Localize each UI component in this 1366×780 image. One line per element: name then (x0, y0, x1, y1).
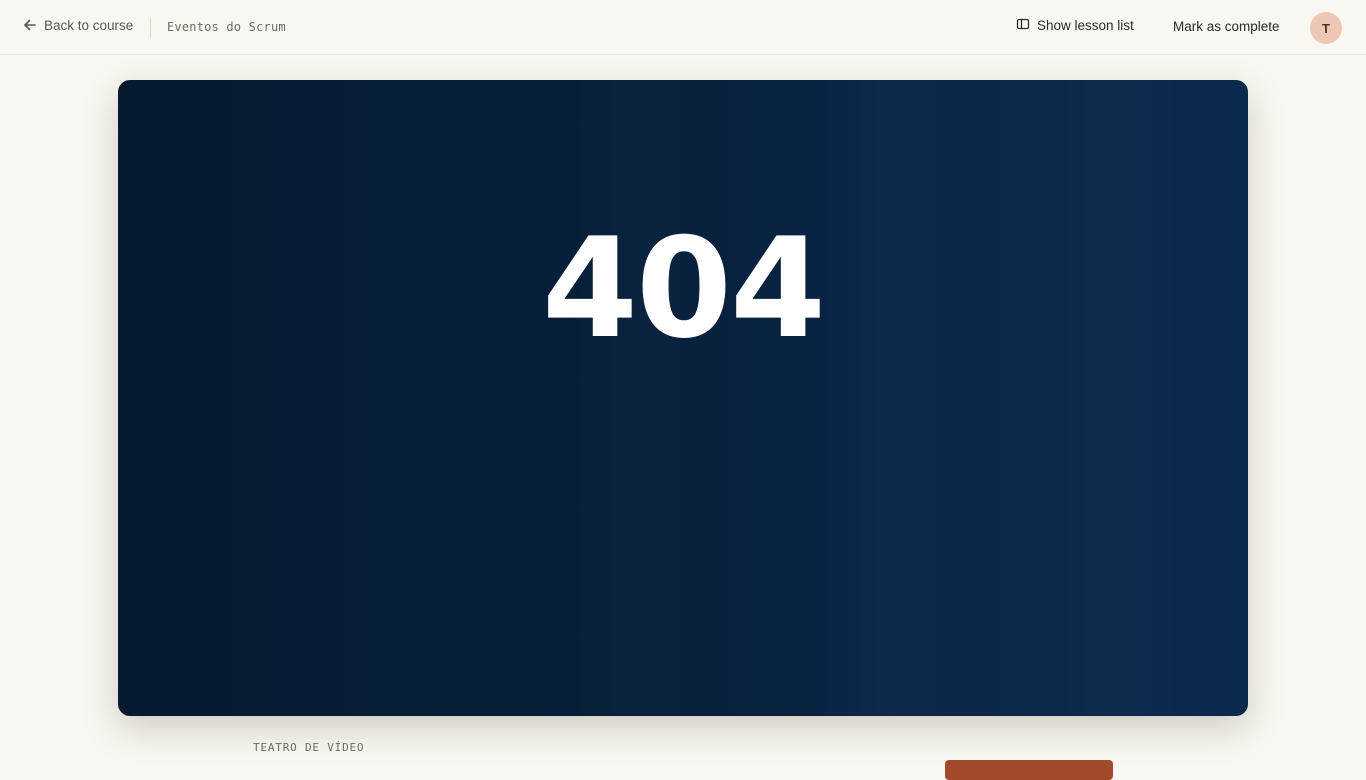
back-to-course-link[interactable]: Back to course (22, 17, 133, 33)
arrow-left-icon (22, 17, 38, 33)
video-player[interactable]: 404 (118, 80, 1248, 716)
show-lesson-list-label: Show lesson list (1037, 18, 1134, 33)
top-bar: Back to course Eventos do Scrum Show les… (0, 0, 1366, 55)
show-lesson-list-button[interactable]: Show lesson list (1016, 17, 1134, 34)
lesson-title: Eventos do Scrum (167, 20, 286, 34)
sidebar-panel-icon (1016, 17, 1030, 34)
action-button[interactable] (945, 760, 1113, 780)
avatar[interactable]: T (1310, 12, 1342, 44)
error-code: 404 (541, 208, 826, 369)
header-divider (150, 18, 151, 38)
mark-as-complete-button[interactable]: Mark as complete (1173, 19, 1280, 34)
back-to-course-label: Back to course (44, 17, 134, 33)
section-label: TEATRO DE VÍDEO (253, 741, 365, 754)
